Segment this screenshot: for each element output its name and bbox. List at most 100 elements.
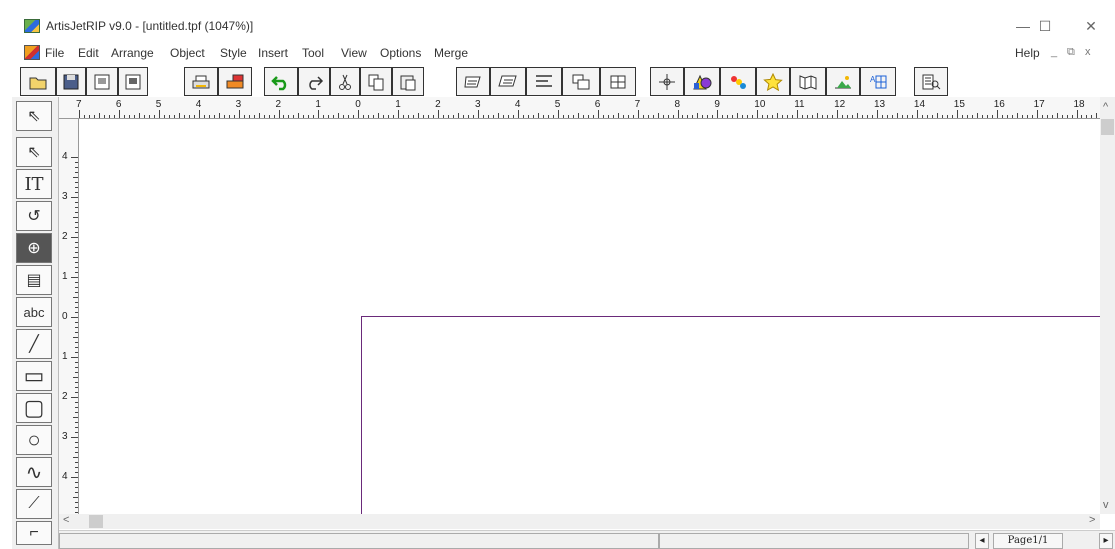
ruler-tick (79, 110, 80, 118)
ruler-tick (75, 502, 78, 503)
group-button[interactable] (562, 67, 600, 96)
maximize-button[interactable]: ☐ (1022, 14, 1068, 38)
ruler-tick (762, 115, 764, 118)
horizontal-scrollbar[interactable]: < > (59, 514, 1100, 529)
move-button[interactable] (650, 67, 684, 96)
rotate-tool[interactable]: ↺ (16, 201, 52, 231)
star-button[interactable] (756, 67, 790, 96)
preview-button[interactable] (914, 67, 948, 96)
export-button[interactable] (118, 67, 148, 96)
paste-button[interactable] (392, 67, 424, 96)
menu-arrange[interactable]: Arrange (111, 46, 154, 60)
save-button[interactable] (56, 67, 86, 96)
ruler-tick (75, 407, 78, 408)
drawing-canvas[interactable] (79, 119, 1100, 514)
print-button[interactable] (184, 67, 218, 96)
status-bar: ◂ Page1/1 ▸ (59, 530, 1115, 549)
rip-print-button[interactable] (218, 67, 252, 96)
ruler-tick (687, 115, 689, 118)
tool-panel: ⇖ ⇖ IT ↺ ⊕ ▤ abc ╱ ▭ ▢ ○ ∿ ⟋ ⌐ (12, 97, 59, 549)
ruler-tick (497, 113, 499, 118)
scroll-left-icon[interactable]: < (63, 514, 69, 526)
ruler-tick (71, 197, 78, 198)
shapes-button[interactable] (684, 67, 720, 96)
ruler-tick (522, 115, 524, 118)
next-page-button[interactable]: ▸ (1099, 533, 1113, 549)
import-button[interactable] (86, 67, 118, 96)
ellipse-tool[interactable]: ○ (16, 425, 52, 455)
page-border-left (361, 316, 362, 514)
import-image-button[interactable] (826, 67, 860, 96)
pen-line-icon: ⟋ (28, 495, 40, 512)
mdi-restore-button[interactable]: ⧉ (1067, 46, 1075, 59)
text-tool[interactable]: IT (16, 169, 52, 199)
vertical-scrollbar[interactable]: ^ v (1100, 97, 1115, 514)
bring-front-button[interactable] (456, 67, 490, 96)
node-select-tool[interactable]: ⇖ (16, 137, 52, 167)
vertical-scroll-thumb[interactable] (1101, 119, 1114, 135)
ruler-tick (75, 287, 78, 288)
ruler-tick (75, 507, 78, 508)
map-button[interactable] (790, 67, 826, 96)
close-button[interactable]: ✕ (1068, 14, 1114, 38)
ruler-tick (677, 110, 679, 118)
ruler-tick (71, 357, 78, 358)
menu-options[interactable]: Options (380, 46, 421, 60)
color-button[interactable] (720, 67, 756, 96)
menu-tool[interactable]: Tool (302, 46, 324, 60)
app-icon (24, 19, 40, 33)
scroll-down-icon[interactable]: v (1103, 499, 1109, 511)
mdi-minimize-button[interactable]: _ (1051, 46, 1057, 58)
align-button[interactable] (526, 67, 562, 96)
ruler-tick (323, 115, 325, 118)
page-tool[interactable]: ▤ (16, 265, 52, 295)
menu-help[interactable]: Help (1015, 46, 1040, 60)
rounded-rect-tool[interactable]: ▢ (16, 393, 52, 423)
paste-icon (400, 75, 416, 90)
ungroup-button[interactable] (600, 67, 636, 96)
cut-button[interactable] (330, 67, 360, 96)
prev-page-button[interactable]: ◂ (975, 533, 989, 549)
undo-button[interactable] (264, 67, 298, 96)
dimension-tool[interactable]: ⌐ (16, 521, 52, 545)
scissors-icon (339, 74, 351, 90)
ruler-tick (268, 115, 270, 118)
menu-merge[interactable]: Merge (434, 46, 468, 60)
ruler-tick (567, 115, 569, 118)
undo-icon (271, 75, 287, 90)
scroll-right-icon[interactable]: > (1089, 514, 1095, 526)
menu-edit[interactable]: Edit (78, 46, 99, 60)
pen-tool[interactable]: ⟋ (16, 489, 52, 519)
menu-insert[interactable]: Insert (258, 46, 288, 60)
text-effect-button[interactable]: A (860, 67, 896, 96)
send-back-button[interactable] (490, 67, 526, 96)
menu-file[interactable]: File (45, 46, 64, 60)
document-icon[interactable] (24, 45, 40, 60)
menu-object[interactable]: Object (170, 46, 205, 60)
line-tool[interactable]: ╱ (16, 329, 52, 359)
select-tool[interactable]: ⇖ (16, 101, 52, 131)
ruler-tick (767, 115, 769, 118)
copy-button[interactable] (360, 67, 392, 96)
node-pointer-icon: ⇖ (27, 144, 41, 161)
zoom-tool[interactable]: ⊕ (16, 233, 52, 263)
ruler-tick (802, 115, 804, 118)
ruler-tick (273, 115, 275, 118)
curve-tool[interactable]: ∿ (16, 457, 52, 487)
redo-button[interactable] (298, 67, 330, 96)
menu-style[interactable]: Style (220, 46, 247, 60)
scroll-up-icon[interactable]: ^ (1103, 101, 1108, 113)
ruler-tick (502, 115, 504, 118)
ruler-tick (198, 110, 200, 118)
ruler-tick (572, 115, 574, 118)
abc-tool[interactable]: abc (16, 297, 52, 327)
menu-view[interactable]: View (341, 46, 367, 60)
open-button[interactable] (20, 67, 56, 96)
mdi-close-button[interactable]: x (1085, 46, 1091, 58)
ruler-top-label: 7 (76, 99, 82, 110)
ellipse-icon: ○ (27, 427, 41, 452)
horizontal-scroll-thumb[interactable] (89, 515, 103, 528)
ruler-tick (492, 115, 494, 118)
rectangle-tool[interactable]: ▭ (16, 361, 52, 391)
ruler-left-label: 2 (62, 231, 68, 242)
